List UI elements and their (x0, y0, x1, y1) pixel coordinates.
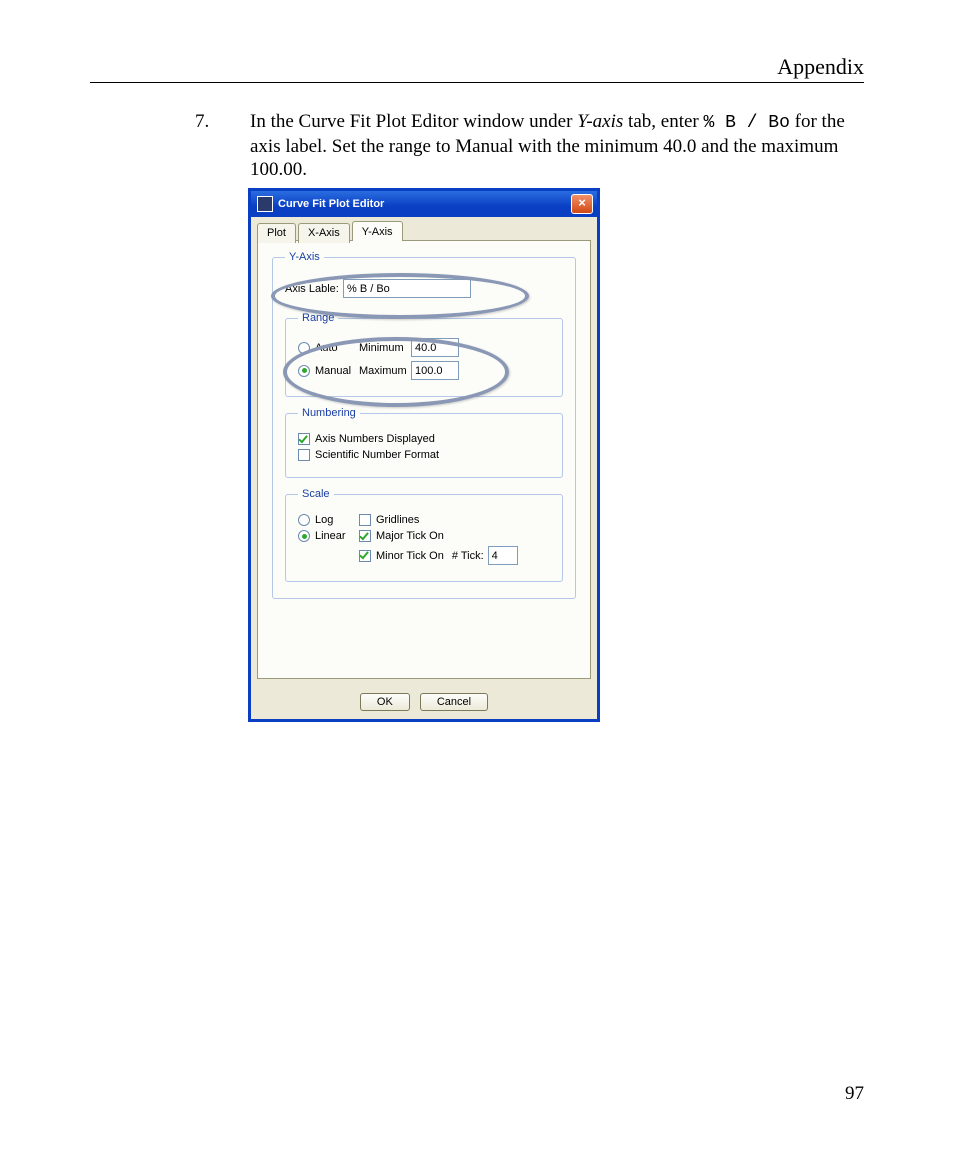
step-text-mid: tab, enter (623, 111, 703, 132)
scientific-row: Scientific Number Format (298, 449, 550, 461)
group-y-axis: Y-Axis Axis Lable: Range Auto Minimum (272, 251, 576, 599)
group-numbering: Numbering Axis Numbers Displayed Scienti… (285, 407, 563, 478)
radio-log[interactable] (298, 514, 310, 526)
radio-auto[interactable] (298, 342, 310, 354)
page-number: 97 (845, 1083, 864, 1105)
minor-tick-row: Minor Tick On # Tick: (359, 546, 550, 565)
checkbox-gridlines[interactable] (359, 514, 371, 526)
checkbox-major-tick[interactable] (359, 530, 371, 542)
radio-manual-label: Manual (315, 365, 359, 377)
header-rule (90, 82, 864, 83)
tab-x-axis[interactable]: X-Axis (298, 223, 350, 243)
close-button[interactable]: × (571, 194, 593, 214)
app-icon (257, 196, 273, 212)
axis-lable-row: Axis Lable: (285, 279, 563, 298)
ok-button[interactable]: OK (360, 693, 410, 711)
maximum-input[interactable] (411, 361, 459, 380)
legend-numbering: Numbering (298, 407, 360, 419)
step-text-pre: In the Curve Fit Plot Editor window unde… (250, 111, 577, 132)
range-manual-row: Manual Maximum (298, 361, 550, 380)
radio-auto-label: Auto (315, 342, 359, 354)
axis-numbers-row: Axis Numbers Displayed (298, 433, 550, 445)
minor-tick-label: Minor Tick On (376, 550, 444, 562)
radio-linear-label: Linear (315, 530, 359, 542)
step-text-code: % B / Bo (703, 113, 789, 133)
instruction-step: 7. In the Curve Fit Plot Editor window u… (195, 110, 875, 182)
curve-fit-plot-editor-window: Curve Fit Plot Editor × Plot X-Axis Y-Ax… (248, 188, 600, 722)
step-text-yaxis: Y-axis (577, 111, 623, 132)
page-header: Appendix (777, 54, 864, 80)
num-tick-label: # Tick: (452, 550, 484, 562)
radio-manual[interactable] (298, 365, 310, 377)
tab-panel: Y-Axis Axis Lable: Range Auto Minimum (257, 240, 591, 679)
group-scale: Scale Log Gridlines Linear Major Tick On (285, 488, 563, 582)
radio-log-label: Log (315, 514, 359, 526)
axis-lable-label: Axis Lable: (285, 283, 343, 295)
minimum-input[interactable] (411, 338, 459, 357)
maximum-label: Maximum (359, 365, 411, 377)
legend-y-axis: Y-Axis (285, 251, 324, 263)
scale-log-row: Log Gridlines (298, 514, 550, 526)
scientific-label: Scientific Number Format (315, 449, 439, 461)
num-tick-input[interactable] (488, 546, 518, 565)
scale-linear-row: Linear Major Tick On (298, 530, 550, 542)
radio-linear[interactable] (298, 530, 310, 542)
range-auto-row: Auto Minimum (298, 338, 550, 357)
checkbox-scientific[interactable] (298, 449, 310, 461)
tab-row: Plot X-Axis Y-Axis (257, 221, 405, 241)
titlebar: Curve Fit Plot Editor × (251, 191, 597, 217)
major-tick-label: Major Tick On (376, 530, 444, 542)
axis-numbers-label: Axis Numbers Displayed (315, 433, 435, 445)
tab-plot[interactable]: Plot (257, 223, 296, 243)
window-title: Curve Fit Plot Editor (278, 198, 384, 210)
group-range: Range Auto Minimum Manual Maximum (285, 312, 563, 397)
legend-range: Range (298, 312, 338, 324)
legend-scale: Scale (298, 488, 334, 500)
step-text: In the Curve Fit Plot Editor window unde… (250, 110, 875, 182)
checkbox-axis-numbers[interactable] (298, 433, 310, 445)
button-row: OK Cancel (251, 693, 597, 711)
cancel-button[interactable]: Cancel (420, 693, 488, 711)
checkbox-minor-tick[interactable] (359, 550, 371, 562)
step-number: 7. (195, 110, 250, 182)
tab-y-axis[interactable]: Y-Axis (352, 221, 403, 241)
minimum-label: Minimum (359, 342, 411, 354)
gridlines-label: Gridlines (376, 514, 419, 526)
axis-lable-input[interactable] (343, 279, 471, 298)
